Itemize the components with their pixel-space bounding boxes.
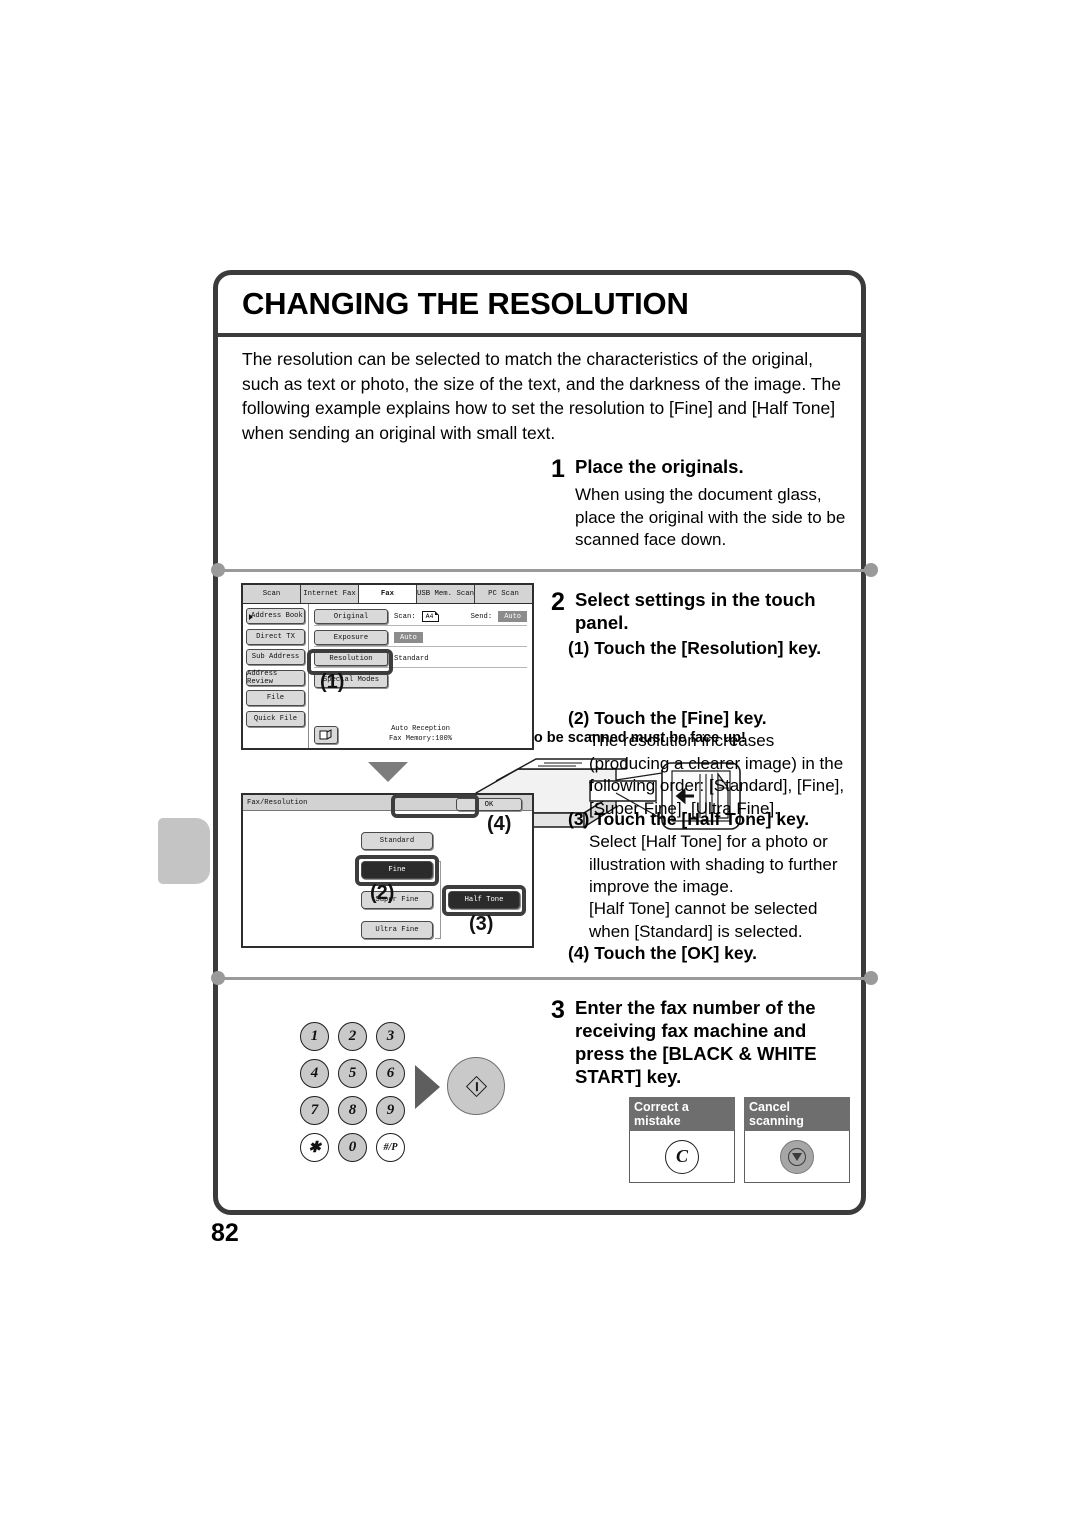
step-2-sub-2-body: The resolution increases (producing a cl… <box>589 731 845 818</box>
row-resolution: Resolution Standard <box>314 650 527 668</box>
keypad-key-asterisk[interactable]: ✱ <box>300 1133 329 1162</box>
fax-screen-tab-bar: Scan Internet Fax Fax USB Mem. Scan PC S… <box>243 585 532 604</box>
keypad-row: ✱ 0 #/P <box>300 1133 405 1162</box>
resolution-dialog-title: Fax/Resolution <box>247 798 308 807</box>
keypad-key-6[interactable]: 6 <box>376 1059 405 1088</box>
step-3-heading: Enter the fax number of the receiving fa… <box>575 997 817 1087</box>
key-fine[interactable]: Fine <box>361 861 433 879</box>
step-2-heading: Select settings in the touch panel. <box>575 589 816 633</box>
step-divider-1 <box>211 563 878 577</box>
keypad-key-4[interactable]: 4 <box>300 1059 329 1088</box>
correct-a-mistake-caption: Correct a mistake <box>629 1097 735 1131</box>
scan-size-value: A4 <box>421 611 440 622</box>
key-quick-file[interactable]: Quick File <box>246 710 305 727</box>
tab-usb-mem-scan[interactable]: USB Mem. Scan <box>417 585 475 603</box>
step-2-sub-1: (1) Touch the [Resolution] key. <box>568 638 822 658</box>
tab-pc-scan[interactable]: PC Scan <box>475 585 532 603</box>
step-2-sub-3-body-1: Select [Half Tone] for a photo or illust… <box>589 832 838 896</box>
page-number: 82 <box>211 1219 239 1247</box>
callout-number-3: (3) <box>469 913 494 935</box>
keypad-key-5[interactable]: 5 <box>338 1059 367 1088</box>
stop-triangle-icon <box>792 1152 802 1161</box>
key-address-review[interactable]: Address Review <box>246 669 305 686</box>
key-direct-tx[interactable]: Direct TX <box>246 628 305 645</box>
keypad-row: 7 8 9 <box>300 1096 405 1125</box>
manual-page: CHANGING THE RESOLUTION The resolution c… <box>0 0 1080 1527</box>
key-file[interactable]: File <box>246 690 305 706</box>
keypad-key-8[interactable]: 8 <box>338 1096 367 1125</box>
send-size-label: Send: <box>470 612 493 621</box>
numeric-keypad[interactable]: 1 2 3 4 5 6 7 8 9 ✱ 0 #/P <box>300 1022 405 1170</box>
keypad-key-7[interactable]: 7 <box>300 1096 329 1125</box>
fax-base-screen[interactable]: Scan Internet Fax Fax USB Mem. Scan PC S… <box>241 583 534 750</box>
correct-a-mistake-box: Correct a mistake C <box>629 1097 735 1183</box>
callout-number-2: (2) <box>370 882 395 904</box>
step-2-sub-2: (2) Touch the [Fine] key. <box>568 708 767 728</box>
keypad-key-hash-p[interactable]: #/P <box>376 1133 405 1162</box>
fax-memory-text: Fax Memory:100% <box>388 734 452 743</box>
tab-scan[interactable]: Scan <box>243 585 301 603</box>
keypad-key-2[interactable]: 2 <box>338 1022 367 1051</box>
fax-screen-body: Address Book Direct TX Sub Address Addre… <box>243 604 532 748</box>
fax-resolution-screen[interactable]: Fax/Resolution OK Standard Fine Super Fi… <box>241 793 534 948</box>
key-original[interactable]: Original <box>314 609 388 624</box>
keypad-row: 1 2 3 <box>300 1022 405 1051</box>
callout-number-4: (4) <box>487 813 512 835</box>
keypad-key-0[interactable]: 0 <box>338 1133 367 1162</box>
key-sub-address[interactable]: Sub Address <box>246 649 305 665</box>
key-standard[interactable]: Standard <box>361 832 433 850</box>
key-resolution[interactable]: Resolution <box>314 651 388 666</box>
step-divider-2 <box>211 971 878 985</box>
resolution-group-brace <box>435 861 441 939</box>
job-status-icon[interactable] <box>314 725 338 744</box>
scan-size-label: Scan: <box>394 612 416 621</box>
stop-icon-inner <box>788 1147 806 1166</box>
correct-a-mistake-body: C <box>629 1131 735 1183</box>
key-half-tone[interactable]: Half Tone <box>448 891 520 909</box>
clear-key-icon[interactable]: C <box>665 1139 699 1174</box>
status-text: Auto Reception Fax Memory:100% <box>338 725 503 744</box>
row-original: Original Scan: A4 Send: Auto <box>314 608 527 626</box>
keypad-key-9[interactable]: 9 <box>376 1096 405 1125</box>
stop-key-icon[interactable] <box>780 1139 814 1174</box>
cancel-scanning-body <box>744 1131 850 1183</box>
step-1-body: When using the document glass, place the… <box>575 485 846 549</box>
cancel-scanning-box: Cancel scanning <box>744 1097 850 1183</box>
fax-screen-status-bar: Auto Reception Fax Memory:100% <box>314 725 527 744</box>
step-3-number: 3 <box>551 996 565 1024</box>
black-and-white-start-button[interactable] <box>447 1057 505 1115</box>
tab-fax[interactable]: Fax <box>359 585 417 603</box>
key-ultra-fine[interactable]: Ultra Fine <box>361 921 433 939</box>
start-icon <box>465 1075 487 1097</box>
page-title-band: CHANGING THE RESOLUTION <box>218 275 861 337</box>
keypad-row: 4 5 6 <box>300 1059 405 1088</box>
step-2-sub-3: (3) Touch the [Half Tone] key. <box>568 809 810 829</box>
resolution-value: Standard <box>394 654 429 663</box>
page-title: CHANGING THE RESOLUTION <box>242 286 689 321</box>
key-address-book[interactable]: Address Book <box>246 608 305 624</box>
keypad-key-1[interactable]: 1 <box>300 1022 329 1051</box>
step-2-number: 2 <box>551 588 565 616</box>
step-2-sub-4: (4) Touch the [OK] key. <box>568 943 757 963</box>
flow-arrow-down <box>368 762 408 782</box>
key-ok[interactable]: OK <box>456 798 522 811</box>
fax-screen-side-keys: Address Book Direct TX Sub Address Addre… <box>243 604 309 748</box>
keypad-key-3[interactable]: 3 <box>376 1022 405 1051</box>
tab-internet-fax[interactable]: Internet Fax <box>301 585 359 603</box>
auto-reception-text: Auto Reception <box>391 725 450 733</box>
step-1-number: 1 <box>551 455 565 483</box>
send-size-value: Auto <box>498 611 527 622</box>
callout-number-1: (1) <box>320 671 345 693</box>
cancel-scanning-caption: Cancel scanning <box>744 1097 850 1131</box>
row-exposure: Exposure Auto <box>314 629 527 647</box>
flow-arrow-right <box>415 1065 440 1109</box>
margin-thumb-tab <box>158 818 210 884</box>
intro-paragraph: The resolution can be selected to match … <box>242 349 841 443</box>
step-1-heading: Place the originals. <box>575 456 744 477</box>
row-special-modes: Special Modes <box>314 671 527 689</box>
step-2-sub-3-body-2: [Half Tone] cannot be selected when [Sta… <box>589 899 818 941</box>
key-exposure[interactable]: Exposure <box>314 630 388 645</box>
exposure-value: Auto <box>394 632 423 643</box>
